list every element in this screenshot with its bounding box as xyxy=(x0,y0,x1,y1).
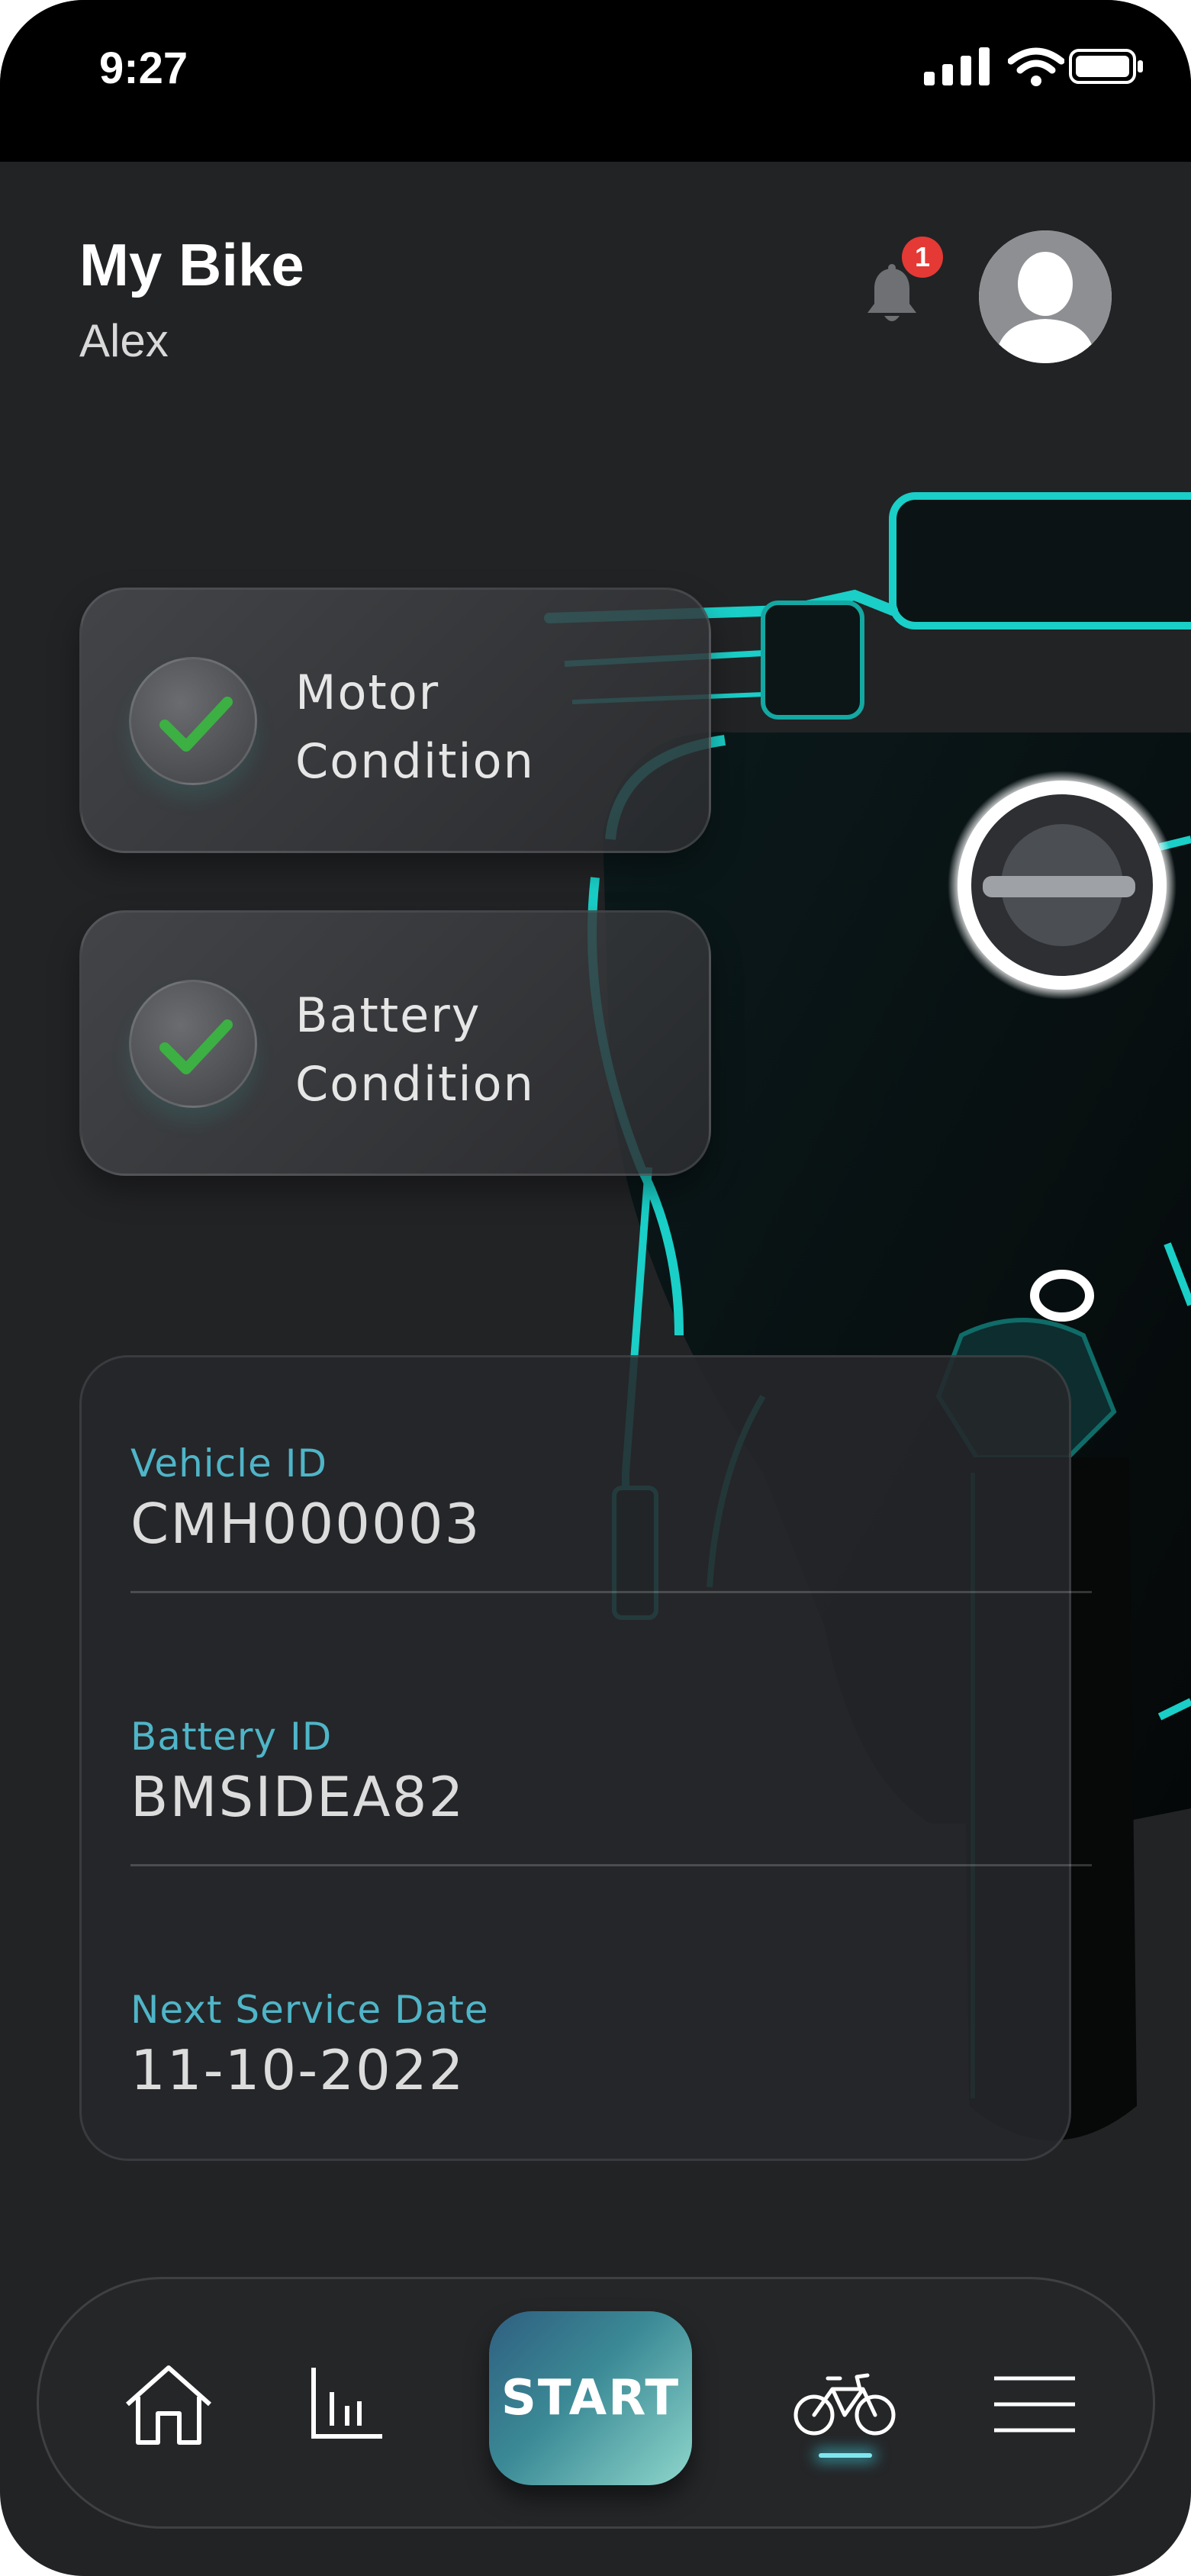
user-name: Alex xyxy=(79,315,169,366)
bottom-nav: START xyxy=(37,2277,1155,2529)
battery-condition-line2: Condition xyxy=(295,1056,535,1112)
check-icon xyxy=(159,697,233,752)
menu-icon[interactable] xyxy=(993,2374,1077,2435)
vehicle-id-label: Vehicle ID xyxy=(130,1441,327,1486)
battery-condition-line1: Battery xyxy=(295,987,481,1043)
active-tab-indicator xyxy=(819,2453,872,2458)
battery-id-value: BMSIDEA82 xyxy=(130,1765,465,1829)
status-bar: 9:27 xyxy=(0,0,1191,162)
battery-id-label: Battery ID xyxy=(130,1715,333,1759)
start-button[interactable]: START xyxy=(489,2311,692,2485)
user-silhouette-icon xyxy=(979,230,1112,363)
home-icon[interactable] xyxy=(123,2363,214,2447)
check-icon xyxy=(159,1019,233,1074)
status-time: 9:27 xyxy=(99,43,188,93)
divider xyxy=(130,1591,1092,1593)
divider xyxy=(130,1864,1092,1866)
page-title: My Bike xyxy=(79,231,304,298)
stats-icon[interactable] xyxy=(309,2365,385,2441)
battery-check-badge xyxy=(129,980,257,1108)
avatar[interactable] xyxy=(979,230,1112,363)
motor-condition-line2: Condition xyxy=(295,733,535,789)
battery-icon xyxy=(1069,49,1143,84)
motor-condition-label: Motor Condition xyxy=(295,658,692,796)
motor-check-badge xyxy=(129,657,257,785)
battery-condition-card[interactable]: Battery Condition xyxy=(79,910,711,1176)
service-date-label: Next Service Date xyxy=(130,1988,489,2032)
motor-condition-line1: Motor xyxy=(295,665,440,720)
notification-badge: 1 xyxy=(902,237,943,278)
motor-condition-card[interactable]: Motor Condition xyxy=(79,588,711,853)
battery-condition-label: Battery Condition xyxy=(295,981,692,1119)
bike-icon[interactable] xyxy=(793,2369,896,2438)
service-date-value: 11-10-2022 xyxy=(130,2038,465,2102)
phone-screen: 9:27 My Bike Alex 1 Motor Condition Batt… xyxy=(0,0,1191,2576)
vehicle-info-card: Vehicle ID CMH000003 Battery ID BMSIDEA8… xyxy=(79,1355,1092,2161)
signal-icon xyxy=(924,47,990,85)
wifi-icon xyxy=(1008,47,1064,86)
vehicle-id-value: CMH000003 xyxy=(130,1492,481,1556)
